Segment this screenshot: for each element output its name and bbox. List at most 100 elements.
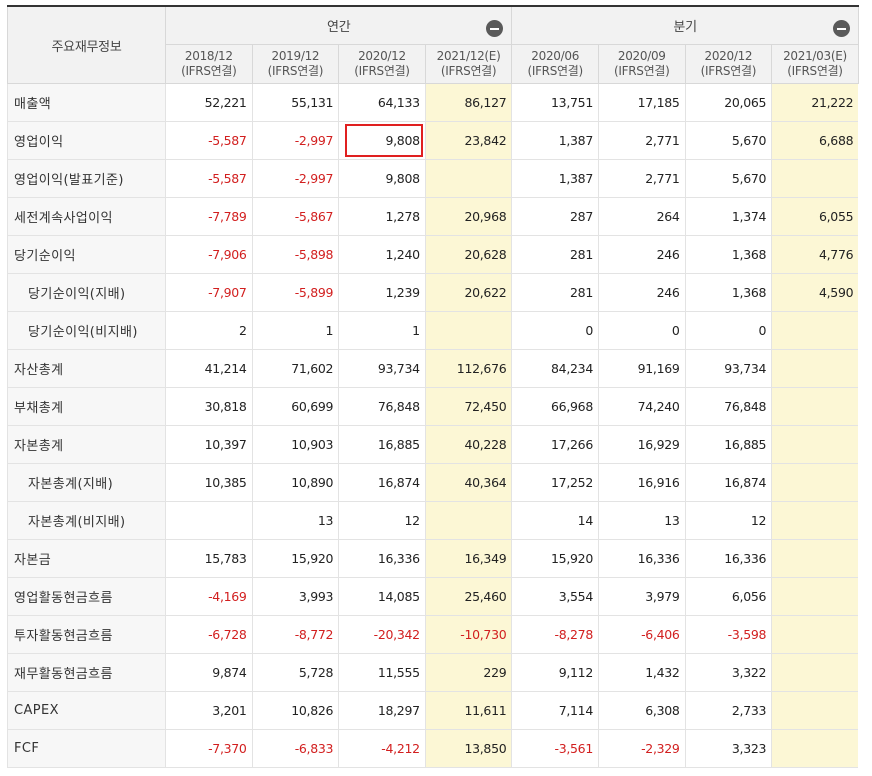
- value-cell: 12: [684, 501, 772, 540]
- value-cell: 0: [597, 311, 686, 350]
- value-cell: [424, 159, 512, 198]
- value-cell: 13: [597, 501, 686, 540]
- table-row: 영업이익(발표기준) -5,587 -2,997 9,808 1,387 2,771 5,6…: [7, 159, 859, 198]
- value-cell: 64,133: [338, 83, 426, 122]
- value-cell: 12: [338, 501, 426, 540]
- period-label: 2018/12: [184, 49, 233, 63]
- period-basis: (IFRS연결): [700, 64, 757, 78]
- period-header: 2018/12 (IFRS연결): [165, 44, 253, 84]
- collapse-annual-minus-icon[interactable]: [486, 20, 504, 37]
- value-cell: 2,733: [684, 691, 772, 730]
- value-cell: -6,728: [165, 615, 253, 654]
- value-cell: 3,201: [165, 691, 253, 730]
- row-label: 당기순이익(비지배): [7, 311, 166, 350]
- row-label: 자본총계(비지배): [7, 501, 166, 540]
- value-cell: 1,387: [511, 121, 599, 160]
- value-cell: 1: [338, 311, 426, 350]
- value-cell: 1,368: [684, 273, 772, 312]
- value-cell: [771, 691, 859, 730]
- row-label: 자본금: [7, 539, 166, 578]
- period-header: 2019/12 (IFRS연결): [251, 44, 340, 84]
- value-cell: 1,387: [511, 159, 599, 198]
- value-cell: 40,364: [424, 463, 512, 502]
- table-row: 부채총계 30,818 60,699 76,848 72,450 66,968 74,240…: [7, 387, 859, 426]
- period-label: 2020/09: [617, 49, 666, 63]
- value-cell: 20,065: [684, 83, 772, 122]
- value-cell: 246: [597, 273, 686, 312]
- value-cell: 16,885: [338, 425, 426, 464]
- period-basis: (IFRS연결): [181, 64, 237, 78]
- value-cell: -5,899: [251, 273, 339, 312]
- value-cell: 71,602: [251, 349, 339, 388]
- value-cell: 1: [251, 311, 339, 350]
- table-header: 주요재무정보 연간 분기 2018/12 (IFRS연결) 2019/12 (IFRS…: [7, 5, 859, 84]
- table-row: CAPEX 3,201 10,826 18,297 11,611 7,114 6,308 2,…: [7, 691, 859, 730]
- value-cell: 6,055: [771, 197, 859, 236]
- value-cell: -10,730: [424, 615, 512, 654]
- value-cell: 3,323: [684, 729, 772, 768]
- value-cell: -6,833: [251, 729, 339, 768]
- value-cell: 15,783: [165, 539, 253, 578]
- value-cell: [771, 501, 859, 540]
- annual-group-header: 연간: [164, 5, 513, 45]
- period-basis: (IFRS연결): [354, 64, 410, 78]
- value-cell: -6,406: [597, 615, 686, 654]
- value-cell: 1,239: [338, 273, 426, 312]
- period-basis: (IFRS연결): [614, 64, 670, 78]
- value-cell: 246: [597, 235, 686, 274]
- value-cell: 10,385: [165, 463, 253, 502]
- row-label: 영업이익(발표기준): [7, 159, 166, 198]
- financial-summary-table: 주요재무정보 연간 분기 2018/12 (IFRS연결) 2019/12 (IFRS…: [7, 5, 859, 768]
- row-label: 자산총계: [7, 349, 166, 388]
- period-label: 2021/12(E): [436, 49, 501, 63]
- value-cell: 30,818: [165, 387, 253, 426]
- value-cell: -2,997: [251, 159, 339, 198]
- table-row: 자본총계 10,397 10,903 16,885 40,228 17,266 16,929…: [7, 425, 859, 464]
- period-label: 2020/12: [704, 49, 753, 63]
- collapse-quarter-minus-icon[interactable]: [832, 20, 850, 37]
- value-cell: [771, 539, 859, 578]
- value-cell: -7,907: [165, 273, 253, 312]
- value-cell: 13,850: [424, 729, 512, 768]
- quarter-group-label: 분기: [673, 20, 697, 35]
- value-cell: 9,808: [338, 121, 426, 160]
- value-cell: 11,611: [424, 691, 512, 730]
- value-cell: 74,240: [597, 387, 686, 426]
- value-cell: 17,266: [511, 425, 599, 464]
- value-cell: 76,848: [338, 387, 426, 426]
- value-cell: 2,771: [597, 159, 686, 198]
- period-basis: (IFRS연결): [527, 64, 583, 78]
- period-header: 2020/09 (IFRS연결): [597, 44, 686, 84]
- value-cell: 20,622: [424, 273, 512, 312]
- period-label: 2021/03(E): [783, 49, 847, 63]
- value-cell: 2: [165, 311, 253, 350]
- value-cell: -5,587: [165, 159, 253, 198]
- period-header: 2020/12 (IFRS연결): [338, 44, 426, 84]
- row-label: 재무활동현금흐름: [7, 653, 166, 692]
- value-cell: 0: [684, 311, 772, 350]
- quarter-group-header: 분기: [511, 5, 859, 45]
- period-basis: (IFRS연결): [787, 64, 843, 78]
- value-cell: 6,056: [684, 577, 772, 616]
- value-cell: [771, 311, 859, 350]
- value-cell: 40,228: [424, 425, 512, 464]
- value-cell: [771, 387, 859, 426]
- period-header: 2021/03(E) (IFRS연결): [771, 44, 859, 84]
- value-cell: 3,322: [684, 653, 772, 692]
- value-cell: 15,920: [511, 539, 599, 578]
- value-cell: 10,826: [251, 691, 339, 730]
- value-cell: -4,169: [165, 577, 253, 616]
- table-row: FCF -7,370 -6,833 -4,212 13,850 -3,561 -2,329 3…: [7, 729, 859, 768]
- value-cell: 281: [511, 235, 599, 274]
- table-row: 자산총계 41,214 71,602 93,734 112,676 84,234 91,16…: [7, 349, 859, 388]
- value-cell: 10,903: [251, 425, 339, 464]
- table-row: 투자활동현금흐름 -6,728 -8,772 -20,342 -10,730 -8,278…: [7, 615, 859, 654]
- value-cell: [771, 425, 859, 464]
- period-label: 2020/12: [358, 49, 406, 63]
- row-label: 영업이익: [7, 121, 166, 160]
- table-body: 매출액 52,221 55,131 64,133 86,127 13,751 17,185 2…: [7, 83, 859, 768]
- value-cell: 20,968: [424, 197, 512, 236]
- value-cell: -8,772: [251, 615, 339, 654]
- value-cell: 1,240: [338, 235, 426, 274]
- period-header: 2020/06 (IFRS연결): [511, 44, 599, 84]
